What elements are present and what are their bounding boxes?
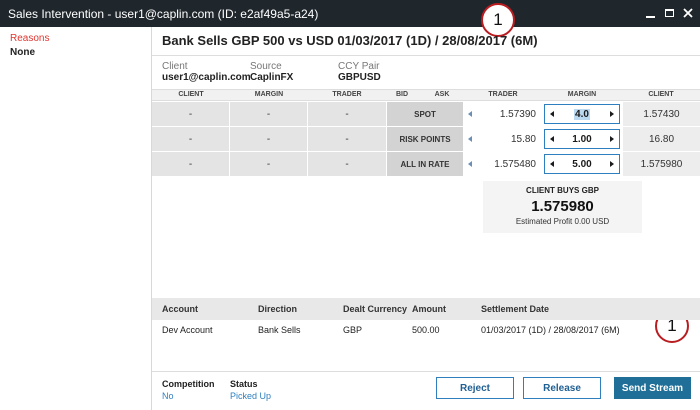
deal-direction: Bank Sells xyxy=(258,325,301,335)
col-trader-right: TRADER xyxy=(488,91,518,98)
margin-increment-icon[interactable] xyxy=(610,136,614,142)
spot-ask-trader-value: 1.57390 xyxy=(499,108,536,120)
close-button[interactable] xyxy=(680,5,696,21)
deal-account: Dev Account xyxy=(162,325,213,335)
decrement-arrow-icon[interactable] xyxy=(468,161,472,167)
trade-title: Bank Sells GBP 500 vs USD 01/03/2017 (1D… xyxy=(162,33,538,48)
risk-bid-trader: - xyxy=(308,127,386,151)
allin-margin-value[interactable]: 5.00 xyxy=(554,159,610,170)
allin-row-label: ALL IN RATE xyxy=(387,152,463,176)
maximize-icon xyxy=(664,9,674,17)
col-ask: ASK xyxy=(434,91,450,98)
risk-bid-margin[interactable]: - xyxy=(230,127,307,151)
summary-title: CLIENT BUYS GBP xyxy=(526,186,599,195)
spot-ask-client: 1.57430 xyxy=(623,102,700,126)
risk-ask-client: 16.80 xyxy=(623,127,700,151)
ccy-pair-value: GBPUSD xyxy=(338,72,381,83)
allin-ask-trader-value: 1.575480 xyxy=(494,158,536,170)
summary-rate: 1.575980 xyxy=(531,198,594,215)
allin-bid-client: - xyxy=(152,152,229,176)
source-value: CaplinFX xyxy=(250,72,294,83)
margin-increment-icon[interactable] xyxy=(610,111,614,117)
competition-label: Competition xyxy=(162,379,215,389)
window-title: Sales Intervention - user1@caplin.com (I… xyxy=(8,7,319,21)
risk-ask-trader-value: 15.80 xyxy=(510,133,536,145)
reasons-value[interactable]: None xyxy=(10,47,35,58)
spot-bid-trader: - xyxy=(308,102,386,126)
deal-col-settlement: Settlement Date xyxy=(481,304,550,314)
risk-margin-value[interactable]: 1.00 xyxy=(554,134,610,145)
spot-margin-input[interactable]: 4.0 xyxy=(554,108,610,120)
decrement-arrow-icon[interactable] xyxy=(468,136,472,142)
status-value: Picked Up xyxy=(230,391,272,401)
pricing-grid-header: CLIENT MARGIN TRADER BID ASK TRADER MARG… xyxy=(152,89,700,101)
deal-settlement: 01/03/2017 (1D) / 28/08/2017 (6M) xyxy=(481,325,620,335)
spot-margin-value: 4.0 xyxy=(574,108,590,120)
send-stream-button[interactable]: Send Stream xyxy=(614,377,691,399)
client-value: user1@caplin.com xyxy=(162,72,251,83)
spot-bid-client: - xyxy=(152,102,229,126)
ccy-pair-label: CCY Pair xyxy=(338,61,380,72)
col-margin-left: MARGIN xyxy=(254,91,284,98)
spot-bid-margin[interactable]: - xyxy=(230,102,307,126)
release-button[interactable]: Release xyxy=(523,377,601,399)
deal-amount: 500.00 xyxy=(412,325,440,335)
col-bid: BID xyxy=(395,91,409,98)
spot-row-label: SPOT xyxy=(387,102,463,126)
allin-ask-client: 1.575980 xyxy=(623,152,700,176)
summary-profit: Estimated Profit 0.00 USD xyxy=(515,217,610,226)
allin-ask-trader: 1.575480 xyxy=(464,152,542,176)
col-trader-left: TRADER xyxy=(332,91,362,98)
close-icon xyxy=(683,8,693,18)
risk-ask-trader: 15.80 xyxy=(464,127,542,151)
deal-dealt-currency: GBP xyxy=(343,325,363,335)
allin-margin-stepper[interactable]: 5.00 xyxy=(544,154,620,174)
footer-divider xyxy=(152,371,700,372)
col-margin-right: MARGIN xyxy=(567,91,597,98)
margin-increment-icon[interactable] xyxy=(610,161,614,167)
col-client-left: CLIENT xyxy=(178,91,204,98)
main-panel: Bank Sells GBP 500 vs USD 01/03/2017 (1D… xyxy=(152,27,700,410)
client-rate-summary: CLIENT BUYS GBP 1.575980 Estimated Profi… xyxy=(483,181,642,233)
window-titlebar: Sales Intervention - user1@caplin.com (I… xyxy=(0,0,700,27)
deal-col-amount: Amount xyxy=(412,304,446,314)
risk-margin-stepper[interactable]: 1.00 xyxy=(544,129,620,149)
deal-col-direction: Direction xyxy=(258,304,298,314)
spot-ask-trader: 1.57390 xyxy=(464,102,542,126)
source-label: Source xyxy=(250,61,282,72)
col-client-right: CLIENT xyxy=(648,91,674,98)
reasons-sidebar: Reasons None xyxy=(0,27,152,410)
reasons-heading: Reasons xyxy=(10,33,50,44)
risk-row-label: RISK POINTS xyxy=(387,127,463,151)
spot-margin-stepper[interactable]: 4.0 xyxy=(544,104,620,124)
competition-value: No xyxy=(162,391,174,401)
deal-table-header: Account Direction Dealt Currency Amount … xyxy=(152,298,700,320)
reject-button[interactable]: Reject xyxy=(436,377,514,399)
risk-bid-client: - xyxy=(152,127,229,151)
deal-col-account: Account xyxy=(162,304,198,314)
deal-col-dealt-currency: Dealt Currency xyxy=(343,304,408,314)
maximize-button[interactable] xyxy=(661,5,677,21)
header-divider xyxy=(152,55,700,56)
allin-bid-margin[interactable]: - xyxy=(230,152,307,176)
client-label: Client xyxy=(162,61,188,72)
minimize-icon xyxy=(645,15,655,18)
minimize-button[interactable] xyxy=(642,5,658,21)
status-label: Status xyxy=(230,379,258,389)
allin-bid-trader: - xyxy=(308,152,386,176)
decrement-arrow-icon[interactable] xyxy=(468,111,472,117)
